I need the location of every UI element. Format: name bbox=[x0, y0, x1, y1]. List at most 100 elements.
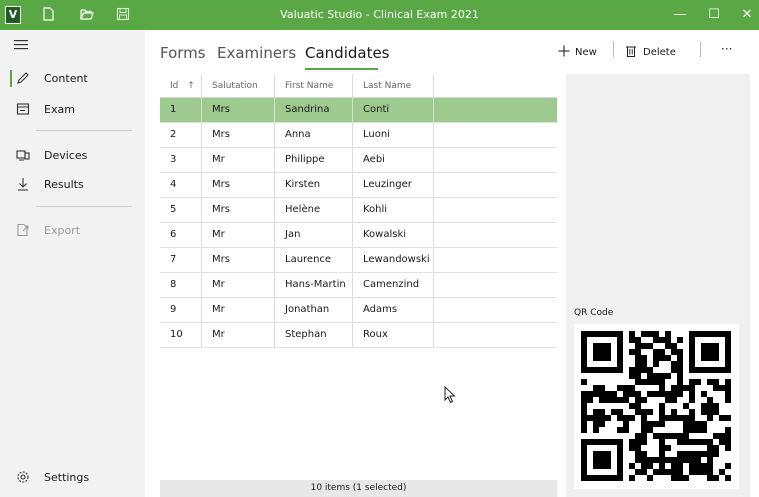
cell-first-name: Hans-Martin bbox=[275, 273, 353, 297]
cell-salutation: Mrs bbox=[202, 123, 275, 147]
cell-id: 4 bbox=[160, 173, 202, 197]
cell-id: 10 bbox=[160, 323, 202, 347]
cell-id: 6 bbox=[160, 223, 202, 247]
cell-first-name: Kirsten bbox=[275, 173, 353, 197]
table-row[interactable]: 6 Mr Jan Kowalski bbox=[160, 223, 557, 248]
cell-last-name: Lewandowski bbox=[353, 248, 434, 272]
column-header-last-name[interactable]: Last Name bbox=[353, 74, 434, 98]
table-header: Id ↑ Salutation First Name Last Name bbox=[160, 74, 557, 98]
cell-salutation: Mr bbox=[202, 223, 275, 247]
active-indicator bbox=[10, 70, 12, 87]
maximize-button[interactable]: ☐ bbox=[704, 5, 724, 25]
window-title: Valuatic Studio - Clinical Exam 2021 bbox=[280, 8, 479, 21]
cell-last-name: Conti bbox=[353, 98, 434, 122]
sidebar-item-label: Exam bbox=[44, 103, 75, 116]
sidebar-item-exam[interactable]: Exam bbox=[0, 97, 145, 123]
minimize-button[interactable]: — bbox=[670, 5, 690, 25]
plus-icon bbox=[558, 45, 570, 57]
sidebar: Content Exam Devices Results Export Sett… bbox=[0, 30, 145, 497]
cell-salutation: Mrs bbox=[202, 198, 275, 222]
close-button[interactable]: ✕ bbox=[737, 5, 757, 25]
column-header-id[interactable]: Id ↑ bbox=[160, 74, 202, 98]
tab-candidates[interactable]: Candidates bbox=[305, 44, 390, 62]
cell-first-name: Stephan bbox=[275, 323, 353, 347]
cell-last-name: Camenzind bbox=[353, 273, 434, 297]
cell-id: 5 bbox=[160, 198, 202, 222]
table-row[interactable]: 3 Mr Philippe Aebi bbox=[160, 148, 557, 173]
delete-button-label: Delete bbox=[643, 47, 676, 58]
cell-salutation: Mr bbox=[202, 323, 275, 347]
table-row[interactable]: 4 Mrs Kirsten Leuzinger bbox=[160, 173, 557, 198]
title-bar: V Valuatic Studio - Clinical Exam 2021 —… bbox=[0, 0, 759, 30]
sidebar-item-label: Devices bbox=[44, 149, 88, 162]
candidates-table: Id ↑ Salutation First Name Last Name 1 Mr… bbox=[160, 74, 557, 348]
cell-last-name: Adams bbox=[353, 298, 434, 322]
cell-last-name: Roux bbox=[353, 323, 434, 347]
sidebar-item-label: Content bbox=[44, 72, 88, 85]
table-row[interactable]: 5 Mrs Helène Kohli bbox=[160, 198, 557, 223]
sidebar-divider bbox=[36, 130, 132, 131]
hamburger-menu-icon[interactable] bbox=[14, 40, 28, 50]
cell-first-name: Anna bbox=[275, 123, 353, 147]
sidebar-item-devices[interactable]: Devices bbox=[0, 143, 145, 169]
sidebar-item-label: Results bbox=[44, 178, 84, 191]
column-header-salutation[interactable]: Salutation bbox=[202, 74, 275, 98]
table-row[interactable]: 9 Mr Jonathan Adams bbox=[160, 298, 557, 323]
cell-salutation: Mrs bbox=[202, 173, 275, 197]
new-button[interactable]: New bbox=[558, 44, 598, 62]
cell-id: 7 bbox=[160, 248, 202, 272]
delete-button[interactable]: Delete bbox=[625, 44, 685, 62]
cell-last-name: Kohli bbox=[353, 198, 434, 222]
cell-first-name: Sandrina bbox=[275, 98, 353, 122]
active-tab-underline bbox=[305, 68, 378, 70]
column-header-label: Id bbox=[170, 81, 179, 91]
sort-ascending-icon: ↑ bbox=[187, 81, 195, 91]
more-options-button[interactable]: ··· bbox=[721, 42, 745, 60]
export-icon bbox=[17, 223, 29, 237]
cell-first-name: Jonathan bbox=[275, 298, 353, 322]
command-separator bbox=[700, 41, 701, 57]
cell-id: 2 bbox=[160, 123, 202, 147]
table-row[interactable]: 10 Mr Stephan Roux bbox=[160, 323, 557, 348]
cell-salutation: Mrs bbox=[202, 248, 275, 272]
table-row[interactable]: 2 Mrs Anna Luoni bbox=[160, 123, 557, 148]
cell-id: 3 bbox=[160, 148, 202, 172]
cell-id: 9 bbox=[160, 298, 202, 322]
trash-icon bbox=[626, 46, 636, 57]
cell-salutation: Mrs bbox=[202, 98, 275, 122]
table-row[interactable]: 8 Mr Hans-Martin Camenzind bbox=[160, 273, 557, 298]
cell-id: 8 bbox=[160, 273, 202, 297]
cell-first-name: Jan bbox=[275, 223, 353, 247]
sidebar-item-label: Export bbox=[44, 224, 81, 237]
sidebar-divider bbox=[36, 206, 132, 207]
tab-examiners[interactable]: Examiners bbox=[217, 44, 296, 62]
gear-icon bbox=[17, 471, 29, 483]
cell-salutation: Mr bbox=[202, 273, 275, 297]
cell-first-name: Laurence bbox=[275, 248, 353, 272]
pencil-icon bbox=[17, 72, 29, 84]
new-button-label: New bbox=[575, 47, 597, 58]
cell-last-name: Aebi bbox=[353, 148, 434, 172]
cell-salutation: Mr bbox=[202, 148, 275, 172]
table-row[interactable]: 1 Mrs Sandrina Conti bbox=[160, 98, 557, 123]
download-icon bbox=[18, 178, 28, 191]
sidebar-item-results[interactable]: Results bbox=[0, 172, 145, 198]
sidebar-item-content[interactable]: Content bbox=[0, 66, 145, 92]
command-separator bbox=[613, 41, 614, 57]
column-header-first-name[interactable]: First Name bbox=[275, 74, 353, 98]
sidebar-item-export[interactable]: Export bbox=[0, 218, 145, 244]
cell-id: 1 bbox=[160, 98, 202, 122]
qr-code-label: QR Code bbox=[574, 308, 614, 318]
cell-last-name: Leuzinger bbox=[353, 173, 434, 197]
status-bar: 10 items (1 selected) bbox=[160, 480, 557, 497]
cell-first-name: Helène bbox=[275, 198, 353, 222]
cell-last-name: Luoni bbox=[353, 123, 434, 147]
tab-forms[interactable]: Forms bbox=[160, 44, 206, 62]
cell-last-name: Kowalski bbox=[353, 223, 434, 247]
table-row[interactable]: 7 Mrs Laurence Lewandowski bbox=[160, 248, 557, 273]
exam-icon bbox=[16, 103, 30, 115]
sidebar-item-label: Settings bbox=[44, 471, 90, 484]
qr-code-icon bbox=[574, 324, 739, 489]
sidebar-item-settings[interactable]: Settings bbox=[0, 465, 145, 491]
devices-icon bbox=[16, 150, 30, 161]
